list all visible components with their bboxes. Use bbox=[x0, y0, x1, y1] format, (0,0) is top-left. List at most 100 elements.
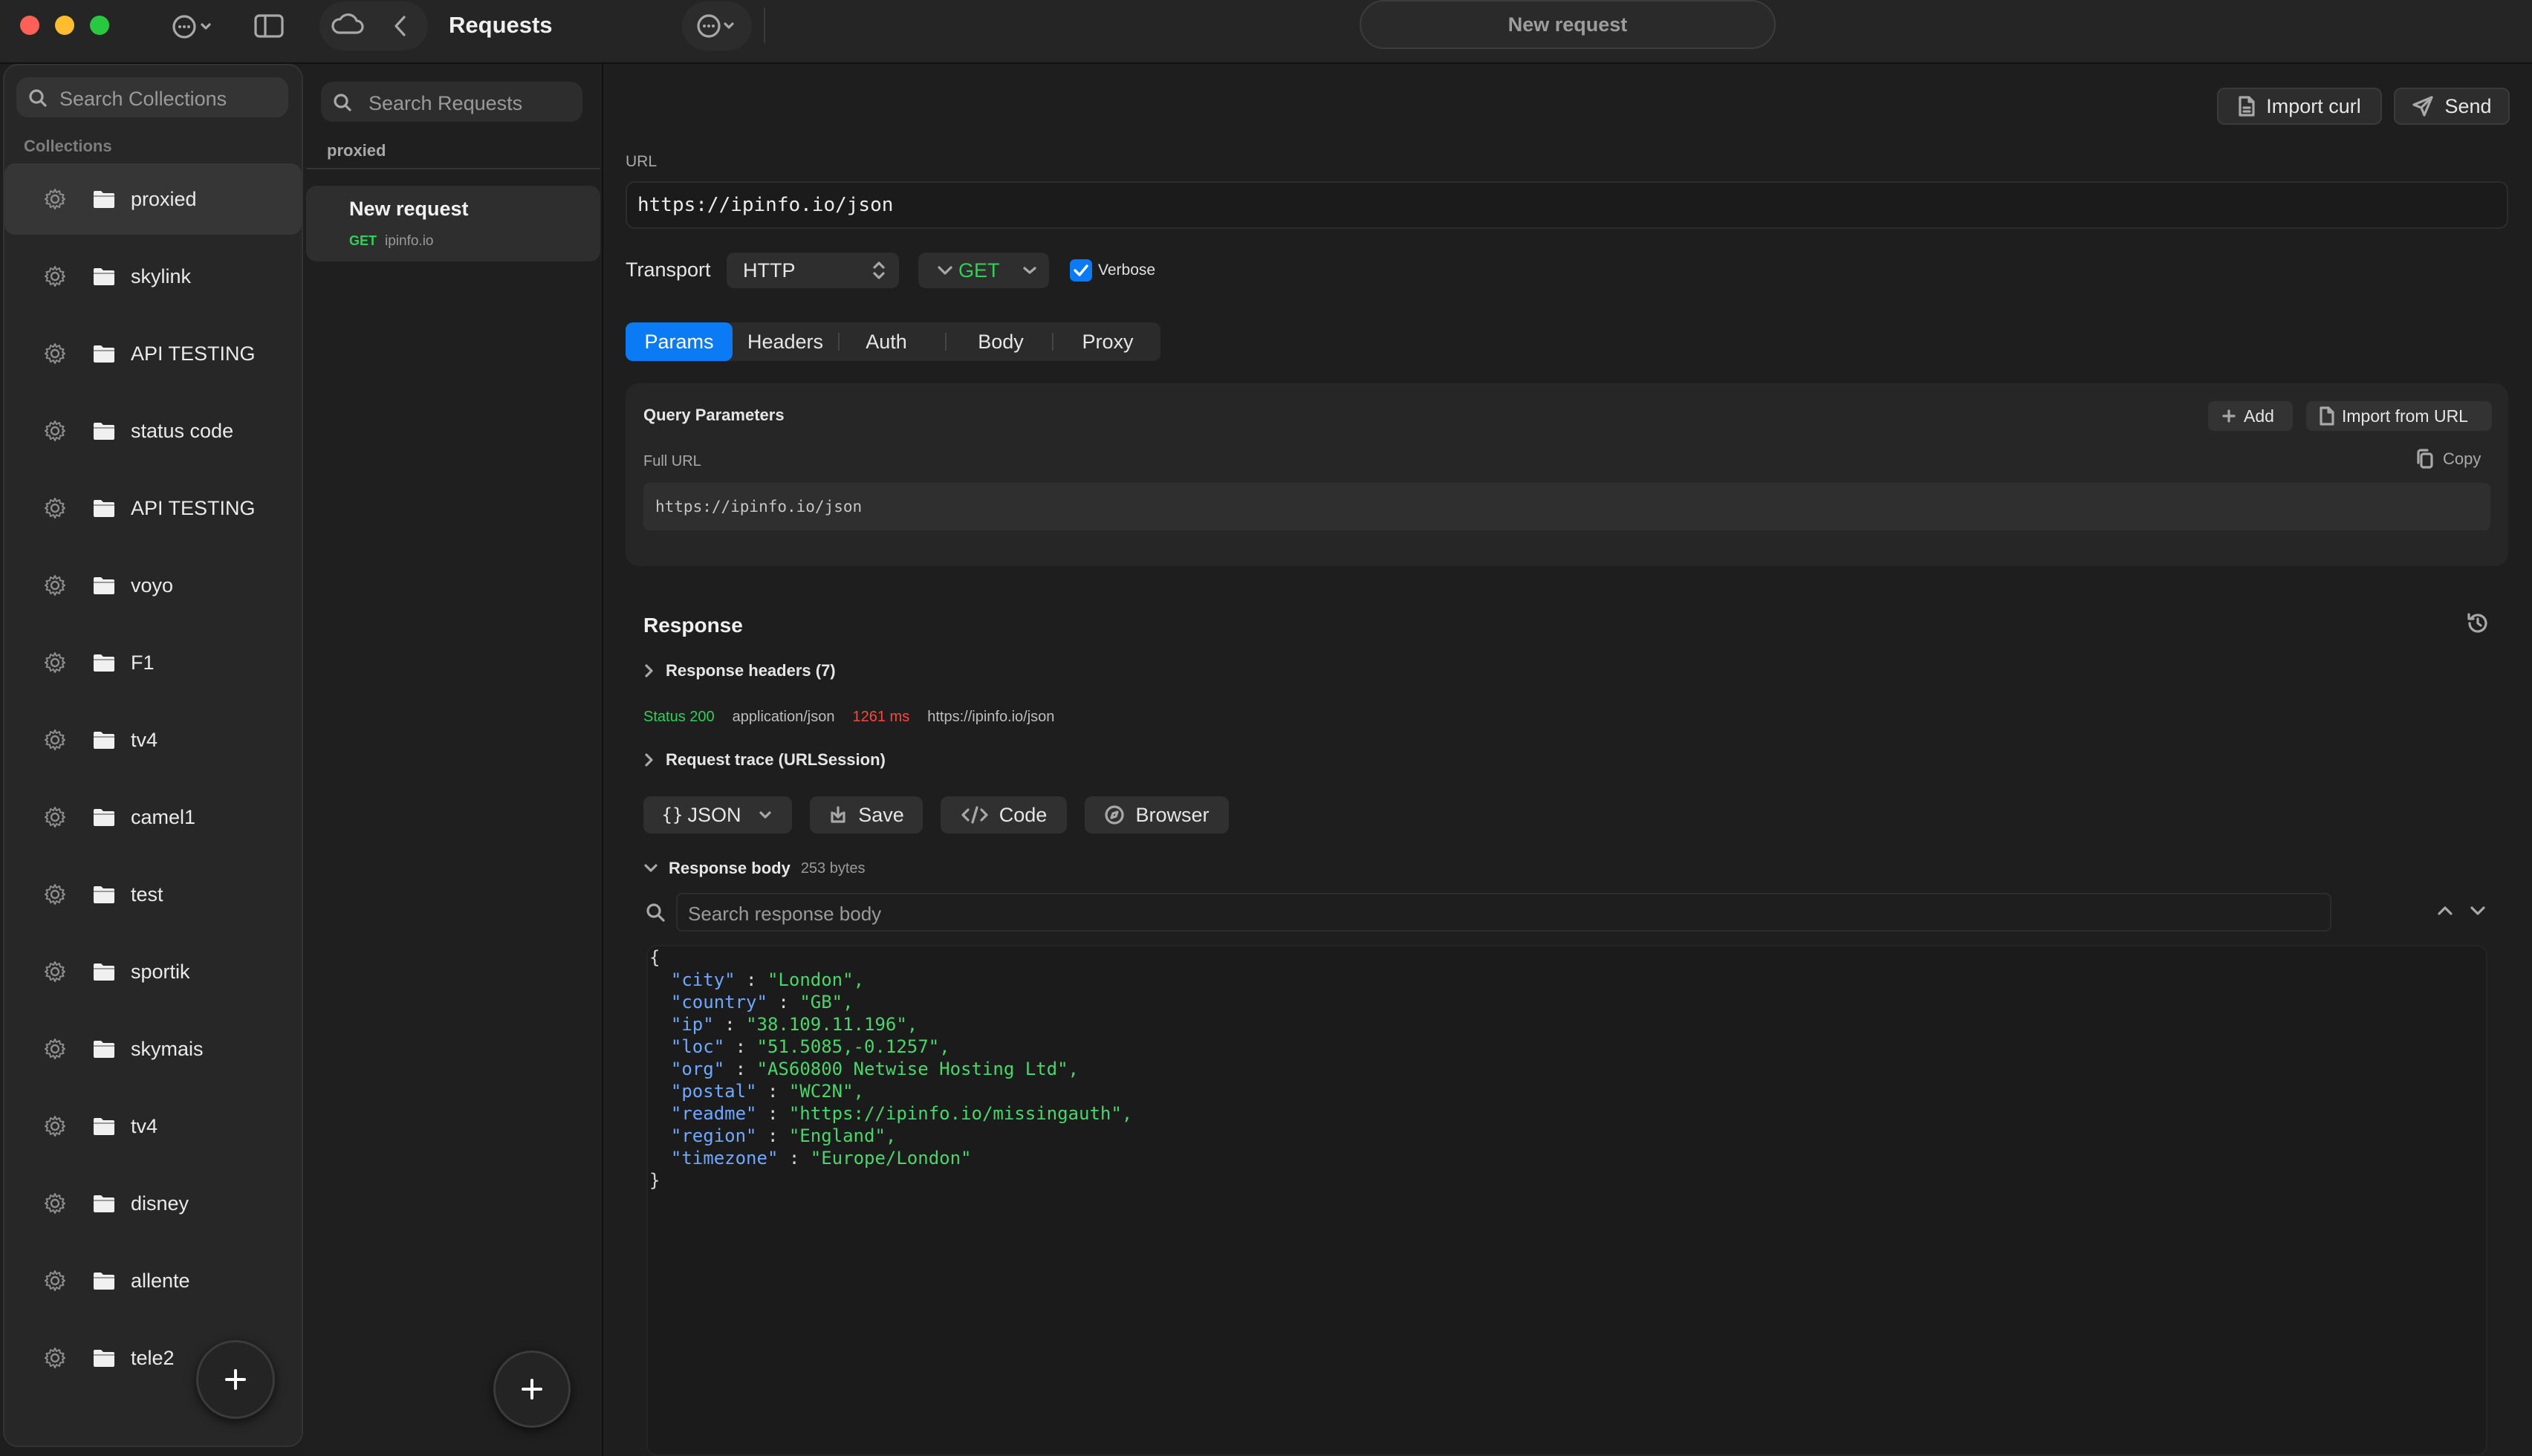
folder-icon bbox=[94, 1273, 114, 1290]
gear-icon[interactable] bbox=[43, 805, 67, 829]
request-method-badge: GET bbox=[349, 233, 377, 248]
chevron-updown-icon bbox=[873, 261, 885, 279]
response-body-toggle[interactable]: Response body 253 bytes bbox=[643, 859, 866, 878]
method-select[interactable]: GET bbox=[918, 253, 1049, 288]
collection-item[interactable]: camel1 bbox=[4, 781, 302, 853]
tab-body[interactable]: Body bbox=[948, 322, 1054, 361]
json-value: "England", bbox=[788, 1125, 897, 1146]
collection-item[interactable]: API TESTING bbox=[4, 318, 302, 389]
next-match-button[interactable] bbox=[2468, 903, 2487, 918]
collection-item[interactable]: proxied bbox=[4, 163, 302, 235]
json-key: "postal" bbox=[670, 1081, 757, 1102]
search-requests-field[interactable]: Search Requests bbox=[321, 82, 582, 122]
folder-icon bbox=[94, 1118, 114, 1135]
collection-item[interactable]: sportik bbox=[4, 936, 302, 1007]
collection-item[interactable]: API TESTING bbox=[4, 472, 302, 544]
tab-auth[interactable]: Auth bbox=[841, 322, 932, 361]
folder-icon bbox=[94, 654, 114, 672]
gear-icon[interactable] bbox=[43, 1192, 67, 1215]
response-search-placeholder: Search response body bbox=[688, 903, 882, 925]
search-collections-field[interactable]: Search Collections bbox=[16, 77, 288, 117]
collection-item[interactable]: test bbox=[4, 859, 302, 930]
tab-params[interactable]: Params bbox=[626, 322, 733, 361]
browser-button[interactable]: Browser bbox=[1085, 796, 1229, 833]
transport-select[interactable]: HTTP bbox=[727, 253, 899, 288]
add-param-label: Add bbox=[2244, 406, 2274, 426]
previous-match-button[interactable] bbox=[2435, 903, 2455, 918]
json-line: "ip" : "38.109.11.196", bbox=[670, 1014, 918, 1035]
collection-label: tv4 bbox=[131, 729, 158, 751]
gear-icon[interactable] bbox=[43, 187, 67, 211]
gear-icon[interactable] bbox=[43, 960, 67, 984]
collections-section-label: Collections bbox=[24, 137, 112, 155]
response-search-input[interactable]: Search response body bbox=[676, 893, 2331, 932]
gear-icon[interactable] bbox=[43, 883, 67, 906]
request-group-divider bbox=[306, 168, 600, 169]
collection-label: skylink bbox=[131, 265, 192, 287]
tab-headers[interactable]: Headers bbox=[737, 322, 834, 361]
tab-proxy[interactable]: Proxy bbox=[1055, 322, 1160, 361]
collection-item[interactable]: tv4 bbox=[4, 704, 302, 776]
copy-url-button[interactable]: Copy bbox=[2416, 449, 2481, 469]
import-from-url-button[interactable]: Import from URL bbox=[2306, 401, 2492, 431]
verbose-checkbox[interactable] bbox=[1070, 259, 1092, 282]
gear-icon[interactable] bbox=[43, 728, 67, 752]
format-select[interactable]: {} JSON bbox=[643, 796, 792, 833]
request-trace-toggle[interactable]: Request trace (URLSession) bbox=[643, 750, 886, 770]
plus-icon bbox=[2222, 409, 2236, 423]
gear-icon[interactable] bbox=[43, 1346, 67, 1370]
json-key: "ip" bbox=[670, 1014, 714, 1035]
collection-item[interactable]: voyo bbox=[4, 550, 302, 621]
send-icon bbox=[2412, 96, 2434, 117]
minimize-window-button[interactable] bbox=[55, 16, 74, 35]
more-menu-button[interactable] bbox=[169, 13, 217, 40]
chevron-down-icon bbox=[759, 811, 772, 819]
gear-icon[interactable] bbox=[43, 496, 67, 520]
response-headers-label: Response headers (7) bbox=[666, 661, 836, 680]
request-menu-button[interactable] bbox=[682, 1, 752, 51]
document-icon bbox=[2320, 406, 2334, 426]
cloud-sync-button[interactable] bbox=[330, 12, 366, 39]
collection-item[interactable]: tv4 bbox=[4, 1091, 302, 1162]
add-request-button[interactable] bbox=[493, 1351, 571, 1428]
close-window-button[interactable] bbox=[20, 16, 39, 35]
back-button[interactable] bbox=[389, 13, 412, 39]
gear-icon[interactable] bbox=[43, 651, 67, 675]
gear-icon[interactable] bbox=[43, 1037, 67, 1061]
gear-icon[interactable] bbox=[43, 1269, 67, 1293]
collection-item[interactable]: disney bbox=[4, 1168, 302, 1239]
gear-icon[interactable] bbox=[43, 342, 67, 365]
active-request-tab[interactable]: New request bbox=[1360, 0, 1776, 49]
json-brace: { bbox=[649, 947, 660, 968]
collection-item[interactable]: allente bbox=[4, 1245, 302, 1316]
send-button[interactable]: Send bbox=[2394, 88, 2510, 125]
collection-item[interactable]: F1 bbox=[4, 627, 302, 698]
gear-icon[interactable] bbox=[43, 419, 67, 443]
response-body-label: Response body bbox=[669, 859, 791, 877]
collection-item[interactable]: skymais bbox=[4, 1013, 302, 1085]
response-headers-toggle[interactable]: Response headers (7) bbox=[643, 661, 836, 680]
collection-label: F1 bbox=[131, 651, 155, 674]
collection-item[interactable]: status code bbox=[4, 395, 302, 467]
response-history-button[interactable] bbox=[2465, 611, 2490, 636]
request-list-item[interactable]: New request GET ipinfo.io bbox=[306, 186, 600, 261]
copy-url-label: Copy bbox=[2443, 449, 2481, 468]
save-response-button[interactable]: Save bbox=[810, 796, 923, 833]
collection-label: sportik bbox=[131, 961, 190, 983]
folder-icon bbox=[94, 345, 114, 363]
add-collection-button[interactable] bbox=[196, 1340, 275, 1419]
code-button[interactable]: Code bbox=[941, 796, 1067, 833]
zoom-window-button[interactable] bbox=[90, 16, 109, 35]
content-type: application/json bbox=[732, 709, 835, 725]
toggle-sidebar-button[interactable] bbox=[254, 13, 284, 39]
gear-icon[interactable] bbox=[43, 264, 67, 288]
search-icon bbox=[645, 902, 666, 923]
method-value: GET bbox=[958, 259, 1000, 282]
url-input[interactable]: https://ipinfo.io/json bbox=[626, 181, 2508, 229]
add-param-button[interactable]: Add bbox=[2208, 401, 2293, 431]
json-brace: } bbox=[649, 1170, 660, 1191]
import-curl-button[interactable]: Import curl bbox=[2217, 88, 2382, 125]
gear-icon[interactable] bbox=[43, 1114, 67, 1138]
collection-item[interactable]: skylink bbox=[4, 241, 302, 312]
gear-icon[interactable] bbox=[43, 573, 67, 597]
